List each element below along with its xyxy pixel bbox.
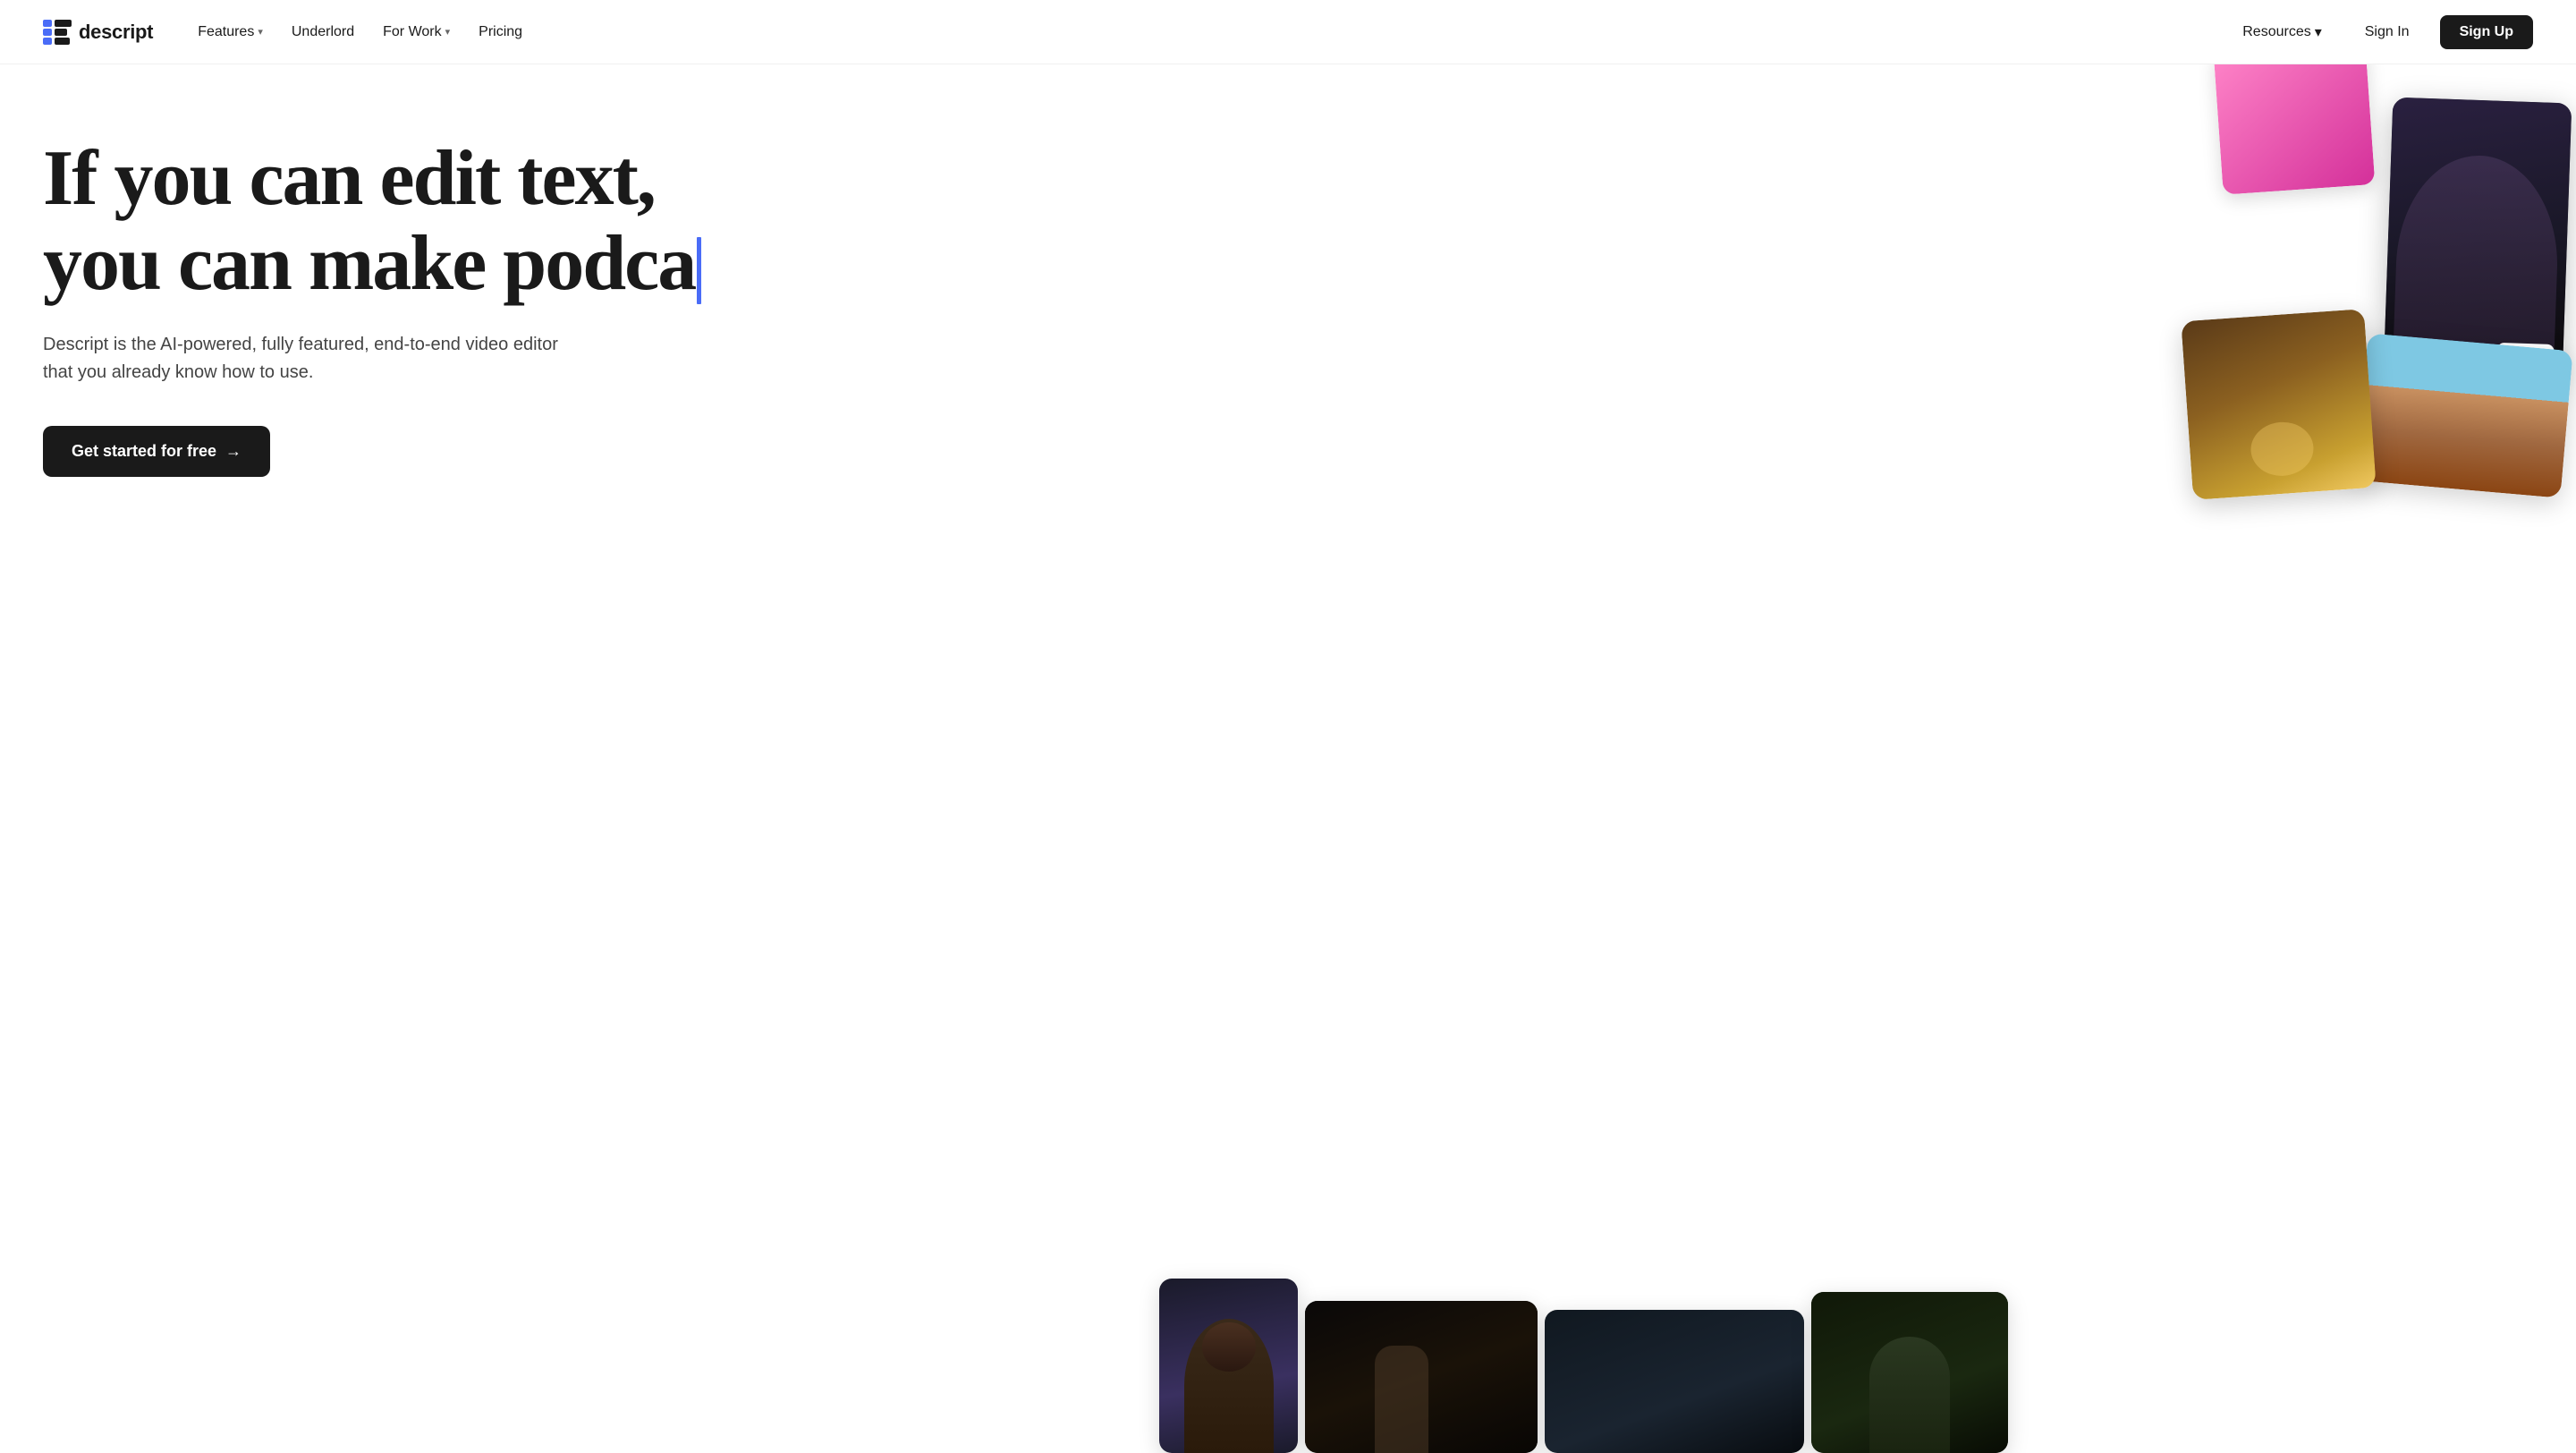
sign-in-button[interactable]: Sign In: [2349, 15, 2426, 49]
nav-links: Features ▾ Underlord For Work ▾ Pricing: [185, 17, 535, 47]
video-thumbnail-4: [1811, 1292, 2008, 1453]
hero-image-food: [2181, 309, 2376, 500]
hero-headline: If you can edit text, you can make podca: [43, 136, 902, 306]
people-silhouette: [2393, 153, 2562, 380]
like-badge: Like that.: [2496, 343, 2555, 362]
video-thumbnail-3: [1545, 1310, 1804, 1453]
descript-logo-icon: [43, 20, 72, 45]
logo-wordmark: descript: [79, 21, 153, 44]
hero-image-pink: [2214, 64, 2376, 195]
hero-bottom-video-cards: [1159, 1279, 2576, 1453]
features-chevron-icon: ▾: [258, 26, 263, 38]
hero-content: If you can edit text, you can make podca…: [43, 136, 902, 477]
nav-for-work[interactable]: For Work ▾: [370, 17, 462, 47]
sign-up-button[interactable]: Sign Up: [2440, 15, 2533, 49]
resources-chevron-icon: ▾: [2315, 23, 2322, 41]
hero-image-collage: Like that.: [2111, 64, 2576, 1435]
for-work-chevron-icon: ▾: [445, 26, 451, 38]
nav-right: Resources ▾ Sign In Sign Up: [2230, 15, 2533, 49]
cta-arrow-icon: →: [225, 442, 242, 461]
nav-pricing[interactable]: Pricing: [466, 17, 535, 47]
people-background: Like that.: [2384, 98, 2572, 381]
logo[interactable]: descript: [43, 20, 153, 45]
get-started-button[interactable]: Get started for free →: [43, 426, 270, 477]
nav-features[interactable]: Features ▾: [185, 17, 275, 47]
video-thumbnail-2: [1305, 1301, 1538, 1453]
hero-subtext: Descript is the AI-powered, fully featur…: [43, 331, 562, 387]
nav-resources[interactable]: Resources ▾: [2230, 16, 2334, 48]
hero-image-people: Like that.: [2384, 98, 2572, 381]
hero-image-landscape: [2355, 333, 2573, 497]
video-thumbnail-1: [1159, 1279, 1298, 1453]
nav-left: descript Features ▾ Underlord For Work ▾…: [43, 17, 535, 47]
nav-underlord[interactable]: Underlord: [279, 17, 367, 47]
navbar: descript Features ▾ Underlord For Work ▾…: [0, 0, 2576, 64]
hero-section: If you can edit text, you can make podca…: [0, 64, 2576, 1453]
text-cursor-icon: [697, 237, 701, 304]
